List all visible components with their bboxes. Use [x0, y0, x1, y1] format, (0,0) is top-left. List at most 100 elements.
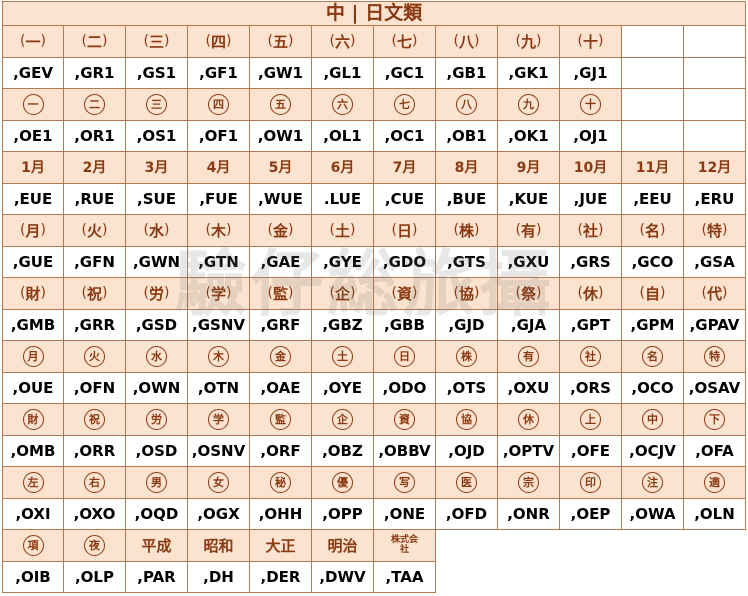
symbol-glyph: 祝: [84, 408, 105, 430]
symbol-row: 月火水木金土日株有社名特: [2, 215, 746, 247]
code-cell: ,GJ1: [560, 57, 622, 89]
code-cell: ,GPM: [622, 309, 684, 341]
symbol-cell: 資: [374, 278, 436, 310]
symbol-glyph: 名: [642, 345, 663, 367]
symbol-cell: 医: [436, 467, 498, 499]
empty-cell: [622, 57, 684, 89]
empty-cell: [684, 57, 746, 89]
symbol-glyph: 明治: [327, 536, 358, 555]
symbol-glyph: 有: [518, 345, 539, 367]
symbol-glyph: 休: [518, 408, 539, 430]
symbol-cell: 名: [622, 215, 684, 247]
code-cell: ,ODO: [374, 372, 436, 404]
symbol-cell: 九: [498, 26, 560, 58]
table-title: 中 | 日文類: [2, 1, 746, 26]
symbol-cell: 一: [2, 26, 64, 58]
symbol-cell: 大正: [250, 530, 312, 562]
symbol-cell: 月: [2, 341, 64, 373]
symbol-cell: 六: [312, 26, 374, 58]
code-cell: ,OWN: [126, 372, 188, 404]
code-cell: ,OE1: [2, 120, 64, 152]
symbol-cell: 八: [436, 26, 498, 58]
code-cell: ,GCO: [622, 246, 684, 278]
symbol-glyph: 6月: [330, 160, 355, 177]
symbol-glyph: 二: [84, 93, 105, 115]
symbol-cell: 優: [312, 467, 374, 499]
symbol-cell: 項: [2, 530, 64, 562]
empty-space: [684, 530, 746, 562]
symbol-glyph: 火: [84, 345, 105, 367]
symbol-glyph: 七: [394, 93, 415, 115]
symbol-glyph: 上: [580, 408, 601, 430]
symbol-cell: 九: [498, 89, 560, 121]
symbol-cell: 財: [2, 404, 64, 436]
symbol-row: 左右男女秘優写医宗印注適: [2, 467, 746, 499]
symbol-glyph: 九: [518, 93, 539, 115]
symbol-cell: 適: [684, 467, 746, 499]
code-cell: .LUE: [312, 183, 374, 215]
symbol-cell: 監: [250, 404, 312, 436]
code-cell: ,GFN: [64, 246, 126, 278]
symbol-glyph: 労: [146, 408, 167, 430]
symbol-cell: 左: [2, 467, 64, 499]
code-cell: ,OMB: [2, 435, 64, 467]
code-cell: ,GPT: [560, 309, 622, 341]
symbol-cell: 祭: [498, 278, 560, 310]
symbol-cell: 中: [622, 404, 684, 436]
symbol-cell: 五: [250, 26, 312, 58]
code-cell: ,RUE: [64, 183, 126, 215]
symbol-glyph: 十: [582, 32, 598, 51]
code-cell: ,GW1: [250, 57, 312, 89]
symbol-glyph: 水: [148, 221, 164, 240]
code-cell: ,OXI: [2, 498, 64, 530]
symbol-glyph: 三: [148, 32, 164, 51]
code-cell: ,PAR: [126, 561, 188, 593]
symbol-cell: 二: [64, 89, 126, 121]
code-cell: ,GEV: [2, 57, 64, 89]
symbol-cell: 下: [684, 404, 746, 436]
symbol-cell: 学: [188, 404, 250, 436]
code-row: ,EUE ,RUE ,SUE ,FUE ,WUE .LUE ,CUE ,BUE ,KUE ,JUE…: [2, 183, 746, 215]
symbol-cell: 社: [560, 341, 622, 373]
symbol-glyph: 下: [704, 408, 725, 430]
code-cell: ,OWA: [622, 498, 684, 530]
symbol-glyph: 印: [580, 471, 601, 493]
code-cell: ,OR1: [64, 120, 126, 152]
symbol-glyph: 株: [458, 221, 474, 240]
symbol-row: 財祝労学監企資協休上中下: [2, 404, 746, 436]
code-cell: ,OTS: [436, 372, 498, 404]
symbol-glyph: 五: [272, 32, 288, 51]
code-row: ,OIB ,OLP ,PAR ,DH ,DER ,DWV ,TAA: [2, 561, 746, 594]
code-cell: ,OFA: [684, 435, 746, 467]
symbol-cell: 祝: [64, 404, 126, 436]
symbol-cell: 七: [374, 26, 436, 58]
symbol-glyph: 七: [396, 32, 412, 51]
symbol-cell: 9月: [498, 152, 560, 184]
code-cell: ,GL1: [312, 57, 374, 89]
symbol-glyph: 祭: [520, 284, 536, 303]
symbol-glyph: 注: [642, 471, 663, 493]
code-cell: ,DH: [188, 561, 250, 593]
symbol-glyph: 八: [458, 32, 474, 51]
code-cell: ,GS1: [126, 57, 188, 89]
symbol-cell: 6月: [312, 152, 374, 184]
empty-space: [560, 562, 622, 594]
code-cell: ,OCJV: [622, 435, 684, 467]
symbol-cell: 企: [312, 404, 374, 436]
symbol-cell: 日: [374, 341, 436, 373]
symbol-cell: 協: [436, 404, 498, 436]
code-cell: ,OJD: [436, 435, 498, 467]
symbol-glyph: 中: [642, 408, 663, 430]
empty-cell: [684, 120, 746, 152]
code-cell: ,DER: [250, 561, 312, 593]
code-cell: ,GC1: [374, 57, 436, 89]
symbol-glyph: 日: [396, 221, 412, 240]
code-cell: ,GRR: [64, 309, 126, 341]
symbol-glyph: 右: [84, 471, 105, 493]
symbol-glyph: 休: [582, 284, 598, 303]
symbol-cell: 一: [2, 89, 64, 121]
code-row: ,GUE ,GFN ,GWN ,GTN ,GAE ,GYE ,GDO ,GTS ,GXU ,GRS…: [2, 246, 746, 278]
code-cell: ,GSA: [684, 246, 746, 278]
symbol-glyph: 一: [25, 32, 41, 51]
symbol-cell: 十: [560, 26, 622, 58]
